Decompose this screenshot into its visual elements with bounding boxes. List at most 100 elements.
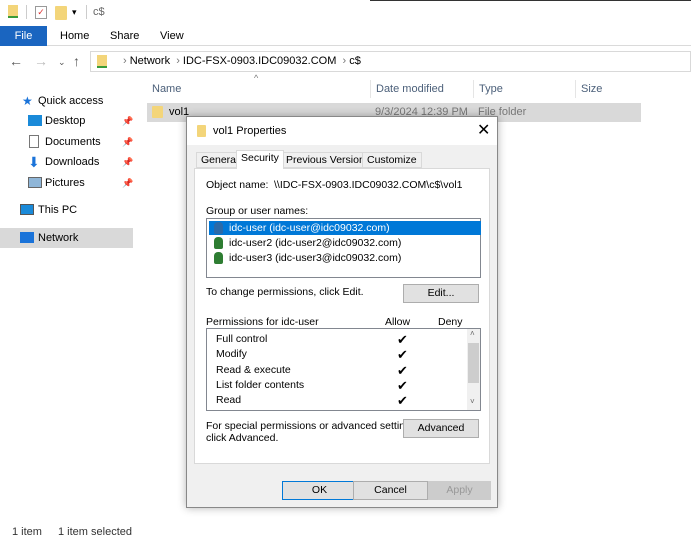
permission-row: Modify ✔ [216, 347, 408, 362]
computer-icon [20, 204, 34, 215]
sidebar-item-documents[interactable]: Documents 📌 [0, 132, 133, 152]
object-name-value: \\IDC-FSX-0903.IDC09032.COM\c$\vol1 [274, 179, 463, 191]
back-button[interactable]: ← [9, 53, 23, 69]
label: Full control [216, 333, 268, 345]
list-item[interactable]: idc-user3 (idc-user3@idc09032.com) [209, 251, 481, 265]
cancel-button[interactable]: Cancel [353, 481, 428, 500]
ribbon: File Home Share View [0, 26, 691, 46]
advanced-button[interactable]: Advanced [403, 419, 479, 438]
label: Documents [45, 136, 101, 148]
up-button[interactable]: ↑ [73, 53, 80, 69]
pin-icon[interactable]: 📌 [122, 132, 133, 152]
customize-dropdown-icon[interactable]: ▾ [72, 7, 77, 18]
allow-check-icon: ✔ [397, 332, 408, 347]
deny-header: Deny [438, 316, 463, 328]
label: Read [216, 394, 242, 406]
ok-button[interactable]: OK [282, 481, 357, 500]
tab-previous-versions[interactable]: Previous Versions [281, 152, 376, 168]
tab-customize[interactable]: Customize [362, 152, 422, 168]
permission-row: List folder contents ✔ [216, 378, 408, 393]
status-count: 1 item [12, 526, 42, 538]
quick-access-toolbar: ✓ ▾ c$ [0, 0, 691, 26]
scrollbar[interactable]: ˄ ˅ [467, 329, 480, 410]
forward-button[interactable]: → [34, 53, 48, 69]
permissions-header: Permissions for idc-user [206, 316, 319, 328]
separator [26, 5, 27, 19]
pin-icon[interactable]: 📌 [122, 152, 133, 172]
list-item[interactable]: idc-user (idc-user@idc09032.com) [209, 221, 481, 235]
user-icon [214, 252, 223, 264]
folder-icon [197, 125, 206, 137]
label: Read & execute [216, 364, 291, 376]
label: This PC [38, 204, 78, 216]
tab-security[interactable]: Security [236, 150, 284, 169]
close-button[interactable]: ✕ [477, 120, 490, 140]
allow-check-icon: ✔ [397, 393, 408, 408]
dialog-titlebar: vol1 Properties ✕ [187, 117, 497, 145]
label: idc-user2 (idc-user2@idc09032.com) [229, 237, 402, 249]
breadcrumb-share[interactable]: c$ [349, 55, 361, 67]
border [370, 0, 691, 1]
tab-file[interactable]: File [0, 26, 47, 46]
label: idc-user (idc-user@idc09032.com) [229, 222, 390, 234]
label: List folder contents [216, 379, 305, 391]
window-title: c$ [93, 6, 105, 18]
tab-share[interactable]: Share [110, 26, 139, 46]
properties-dialog: vol1 Properties ✕ General Security Previ… [186, 116, 498, 508]
sidebar-item-pictures[interactable]: Pictures 📌 [0, 173, 133, 193]
change-permissions-text: To change permissions, click Edit. [206, 286, 364, 298]
edit-button[interactable]: Edit... [403, 284, 479, 303]
object-name-label: Object name: [206, 179, 269, 191]
pin-icon[interactable]: 📌 [122, 173, 133, 193]
network-icon [20, 232, 34, 243]
sidebar-item-quick-access[interactable]: ★ Quick access [0, 91, 133, 111]
pin-icon[interactable]: 📌 [122, 111, 133, 131]
folder-icon [152, 106, 163, 118]
special-permissions-text-2: click Advanced. [206, 432, 279, 444]
desktop-icon [28, 115, 42, 126]
new-folder-icon[interactable] [55, 6, 67, 20]
scroll-down-icon[interactable]: ˅ [470, 397, 475, 406]
breadcrumb-server[interactable]: IDC-FSX-0903.IDC09032.COM [183, 55, 336, 67]
sidebar-item-this-pc[interactable]: This PC [0, 200, 133, 220]
network-drive-icon [8, 5, 18, 18]
apply-button[interactable]: Apply [428, 481, 491, 500]
column-name[interactable]: Name [152, 80, 181, 98]
separator [86, 5, 87, 19]
dialog-title: vol1 Properties [213, 125, 287, 137]
allow-check-icon: ✔ [397, 347, 408, 362]
user-list[interactable]: idc-user (idc-user@idc09032.com) idc-use… [206, 218, 481, 278]
user-icon [214, 222, 223, 234]
column-date-modified[interactable]: Date modified [370, 80, 444, 98]
user-icon [214, 237, 223, 249]
list-item[interactable]: idc-user2 (idc-user2@idc09032.com) [209, 236, 481, 250]
special-permissions-text: For special permissions or advanced sett… [206, 420, 420, 432]
tab-home[interactable]: Home [60, 26, 89, 46]
label: Quick access [38, 95, 104, 107]
sidebar-item-downloads[interactable]: ⬇ Downloads 📌 [0, 152, 133, 172]
permissions-list: Full control ✔ Modify ✔ Read & execute ✔ Li… [206, 328, 481, 411]
permission-row: Read ✔ [216, 393, 408, 408]
allow-check-icon: ✔ [397, 378, 408, 393]
documents-icon [29, 135, 39, 148]
scroll-up-icon[interactable]: ˄ [470, 329, 475, 338]
sidebar-item-desktop[interactable]: Desktop 📌 [0, 111, 133, 131]
recent-locations-icon[interactable]: ⌄ [58, 57, 66, 68]
downloads-icon: ⬇ [28, 154, 40, 170]
address-bar[interactable]: › Network › IDC-FSX-0903.IDC09032.COM › … [90, 51, 691, 72]
tab-view[interactable]: View [160, 26, 184, 46]
sort-ascending-icon: ^ [254, 73, 259, 83]
column-type[interactable]: Type [473, 80, 503, 98]
properties-icon[interactable]: ✓ [35, 6, 47, 19]
pictures-icon [28, 177, 42, 188]
label: Desktop [45, 115, 86, 127]
breadcrumb-network[interactable]: Network [130, 55, 170, 67]
label: idc-user3 (idc-user3@idc09032.com) [229, 252, 402, 264]
sidebar-item-network[interactable]: Network [0, 228, 133, 248]
label: Modify [216, 348, 247, 360]
label: Network [38, 232, 79, 244]
column-size[interactable]: Size [575, 80, 602, 98]
group-label: Group or user names: [206, 205, 309, 217]
scroll-thumb[interactable] [468, 343, 479, 383]
allow-check-icon: ✔ [397, 363, 408, 378]
